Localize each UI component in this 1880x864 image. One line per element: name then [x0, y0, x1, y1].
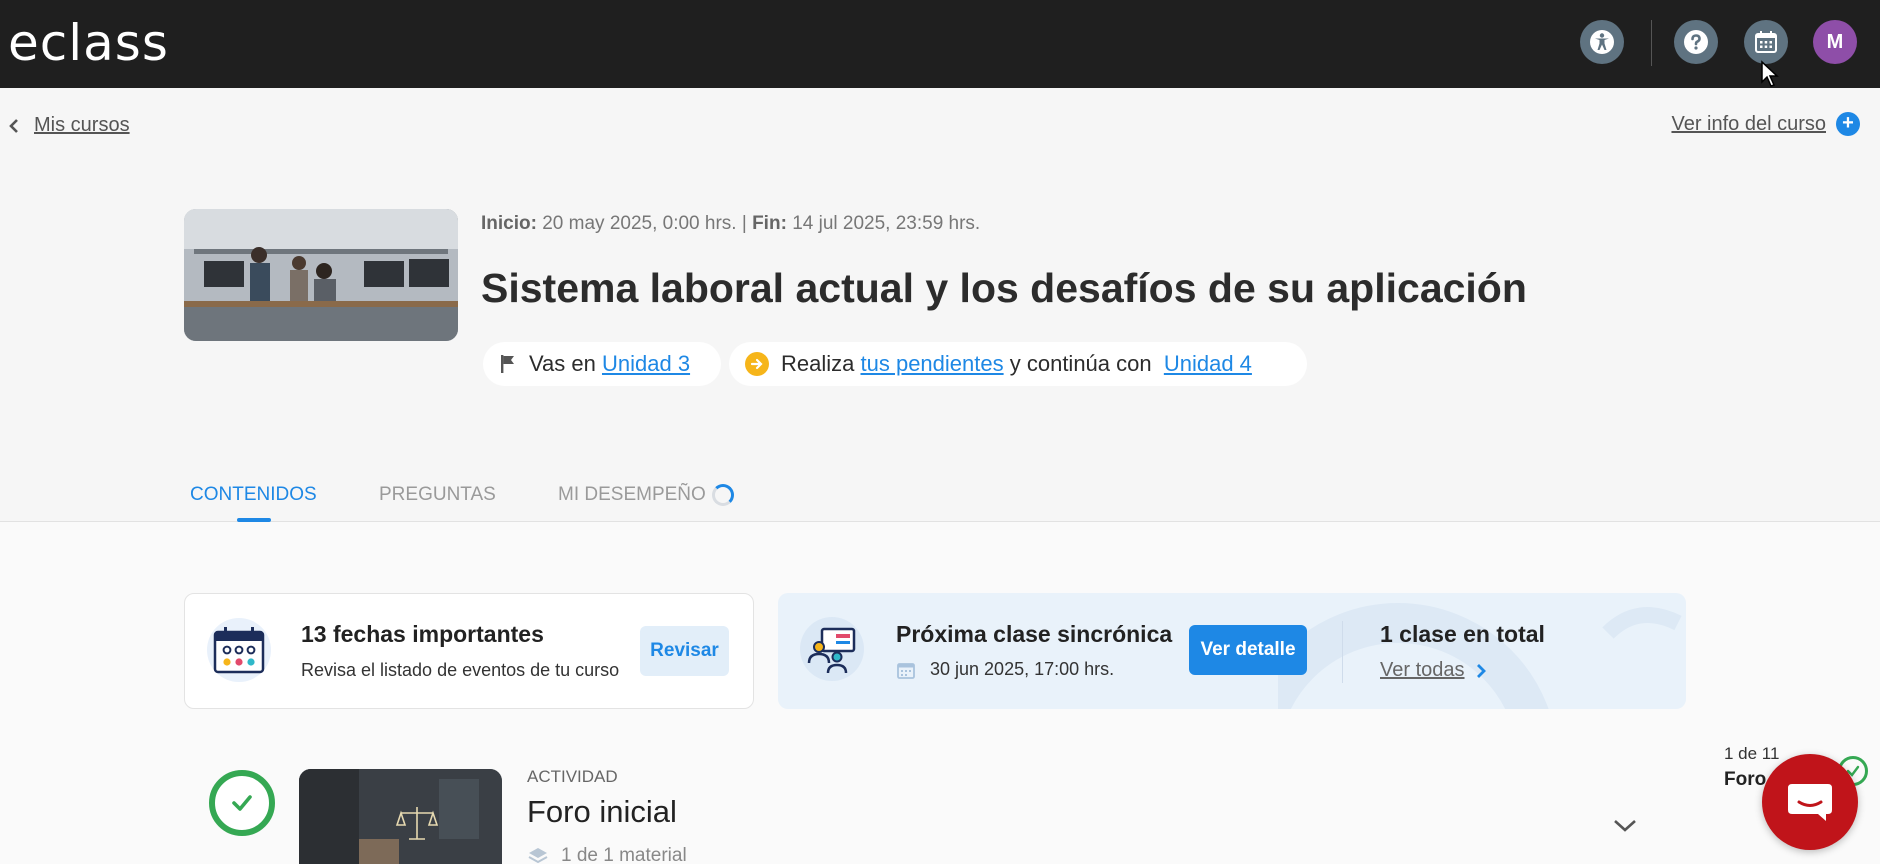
course-dates: Inicio: 20 may 2025, 0:00 hrs. | Fin: 14…: [481, 213, 980, 235]
help-button[interactable]: [1674, 20, 1718, 64]
back-link[interactable]: Mis cursos: [34, 114, 130, 137]
tab-preguntas[interactable]: PREGUNTAS: [379, 484, 496, 506]
materials-count: 1 de 1 material: [561, 845, 687, 864]
arrow-right-icon: [745, 352, 769, 376]
date-separator: |: [741, 213, 747, 234]
course-info-link[interactable]: Ver info del curso +: [1671, 112, 1860, 136]
events-calendar-icon: [207, 618, 271, 682]
tab-contenidos[interactable]: CONTENIDOS: [190, 484, 317, 506]
view-detail-button[interactable]: Ver detalle: [1189, 625, 1307, 675]
activity-materials: 1 de 1 material: [527, 845, 687, 864]
topbar-divider: [1651, 20, 1652, 66]
user-avatar[interactable]: M: [1813, 20, 1857, 64]
course-image: [184, 209, 458, 341]
view-all-classes-link[interactable]: Ver todas: [1380, 659, 1487, 682]
next-prefix: Realiza: [781, 351, 855, 376]
chat-bubble-icon: [1788, 784, 1832, 821]
next-unit-link[interactable]: Unidad 4: [1164, 351, 1252, 376]
sync-class-date: 30 jun 2025, 17:00 hrs.: [896, 659, 1114, 680]
activity-image[interactable]: [299, 769, 502, 864]
loading-spinner-icon: [711, 484, 734, 506]
help-icon: [1684, 30, 1708, 54]
sync-card-title: Próxima clase sincrónica: [896, 621, 1173, 647]
activity-type: ACTIVIDAD: [527, 767, 618, 786]
course-info-label[interactable]: Ver info del curso: [1671, 113, 1826, 136]
calendar-icon: [1755, 31, 1777, 53]
back-to-courses[interactable]: Mis cursos: [8, 114, 130, 137]
card-background-decoration: [1278, 603, 1682, 709]
eclass-logo[interactable]: eclass: [8, 18, 169, 68]
important-dates-card: 13 fechas importantes Revisa el listado …: [184, 593, 754, 709]
end-date: 14 jul 2025, 23:59 hrs.: [792, 213, 981, 234]
top-bar: eclass M: [0, 0, 1880, 88]
start-date: 20 may 2025, 0:00 hrs.: [542, 213, 737, 234]
plus-icon: +: [1836, 112, 1860, 136]
accessibility-button[interactable]: [1580, 20, 1624, 64]
accessibility-icon: [1590, 30, 1614, 54]
mouse-cursor-icon: [1761, 60, 1779, 87]
chevron-left-icon: [9, 118, 18, 133]
progress-counter: 1 de 11: [1724, 744, 1780, 763]
chevron-down-icon[interactable]: [1612, 818, 1638, 834]
dates-card-subtitle: Revisa el listado de eventos de tu curso: [301, 660, 620, 680]
teacher-board-icon: [800, 617, 864, 681]
progress-item-name: Foro: [1724, 769, 1767, 790]
tab-mi-desempeno-label: MI DESEMPEÑO: [558, 484, 706, 506]
tab-mi-desempeno[interactable]: MI DESEMPEÑO: [558, 484, 734, 506]
calendar-small-icon: [897, 662, 915, 679]
completed-check-icon: [209, 770, 275, 836]
current-unit-prefix: Vas en: [529, 351, 596, 376]
sync-class-card: Próxima clase sincrónica 30 jun 2025, 17…: [778, 593, 1686, 709]
current-unit-link[interactable]: Unidad 3: [602, 351, 690, 376]
next-middle: y continúa con: [1009, 351, 1152, 376]
course-tabs: CONTENIDOS PREGUNTAS MI DESEMPEÑO: [0, 470, 1880, 522]
course-title: Sistema laboral actual y los desafíos de…: [481, 265, 1527, 311]
flag-icon: [501, 355, 514, 373]
view-all-label[interactable]: Ver todas: [1380, 659, 1465, 682]
next-step-pill: Realiza tus pendientes y continúa con Un…: [729, 342, 1307, 386]
review-dates-button[interactable]: Revisar: [640, 626, 729, 676]
sync-card-divider: [1342, 621, 1343, 683]
current-unit-pill: Vas en Unidad 3: [483, 342, 721, 386]
logo-text: eclass: [8, 14, 169, 72]
total-classes: 1 clase en total: [1380, 621, 1545, 647]
pending-link[interactable]: tus pendientes: [861, 351, 1004, 376]
chevron-right-icon: [1476, 663, 1486, 678]
layers-icon: [528, 848, 548, 864]
calendar-button[interactable]: [1744, 20, 1788, 64]
start-label: Inicio:: [481, 213, 537, 234]
dates-card-title: 13 fechas importantes: [301, 621, 544, 647]
sync-date-text: 30 jun 2025, 17:00 hrs.: [930, 659, 1115, 679]
chat-support-button[interactable]: [1762, 754, 1858, 850]
end-label: Fin:: [752, 213, 787, 234]
activity-title[interactable]: Foro inicial: [527, 794, 677, 830]
